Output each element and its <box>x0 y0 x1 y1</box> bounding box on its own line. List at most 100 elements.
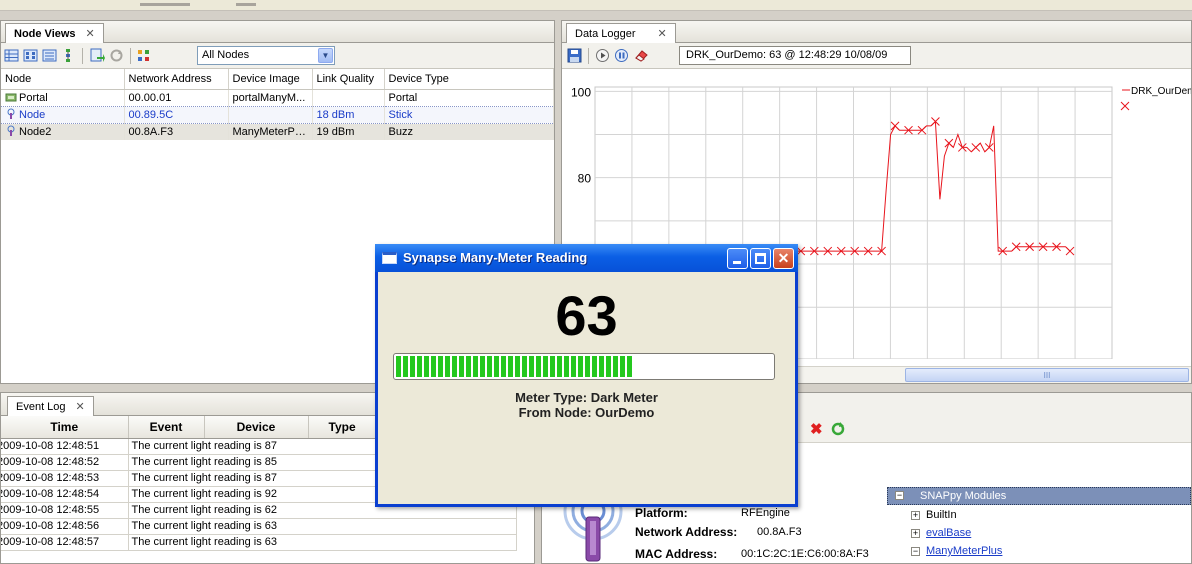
image-cell: portalManyM... <box>228 89 313 106</box>
platform-value: RFEngine <box>741 507 790 519</box>
table-row[interactable]: Node 00.89.5C 18 dBm Stick <box>1 105 554 124</box>
dialog-titlebar[interactable]: Synapse Many-Meter Reading ✕ <box>375 244 798 272</box>
minimize-button[interactable] <box>727 248 748 269</box>
refresh-icon[interactable] <box>831 422 845 436</box>
expand-icon[interactable]: + <box>911 511 920 520</box>
column-header[interactable]: Node <box>1 69 125 90</box>
tab-event-log[interactable]: Event Log ✕ <box>7 396 94 416</box>
node-table-header: Node Network Address Device Image Link Q… <box>1 69 554 90</box>
list-view-icon[interactable] <box>42 48 57 63</box>
play-icon[interactable] <box>595 48 610 63</box>
table-row[interactable]: 2009-10-08 12:48:57 The current light rea… <box>1 534 517 551</box>
link-cell <box>312 89 385 106</box>
tab-node-views[interactable]: Node Views ✕ <box>5 23 104 43</box>
snappy-modules-tree-root[interactable]: − SNAPpy Modules <box>887 487 1191 505</box>
collapse-icon[interactable]: − <box>895 491 904 500</box>
pause-icon[interactable] <box>614 48 629 63</box>
refresh-disabled-icon[interactable] <box>109 48 124 63</box>
address-cell: 00.8A.F3 <box>124 123 229 140</box>
time-cell: 2009-10-08 12:48:52 <box>1 454 129 471</box>
tree-root-label: SNAPpy Modules <box>920 490 1007 502</box>
meter-reading-value: 63 <box>555 284 618 347</box>
chart-data-point <box>971 143 981 152</box>
delete-icon[interactable]: ✖ <box>810 420 823 438</box>
meter-type-text: Meter Type: Dark Meter <box>515 390 658 405</box>
tree-item-label: evalBase <box>926 527 972 539</box>
node-antenna-icon <box>7 125 15 137</box>
column-header[interactable]: Device Type <box>384 69 554 90</box>
toolbar-ghost <box>236 3 256 6</box>
table-row[interactable]: Node2 00.8A.F3 ManyMeterPlus 19 dBm Buzz <box>1 123 554 140</box>
table-row[interactable]: Portal 00.00.01 portalManyM... Portal <box>1 89 554 106</box>
tab-data-logger[interactable]: Data Logger ✕ <box>566 23 676 43</box>
tab-label: Node Views <box>14 28 76 40</box>
tree-item[interactable]: + evalBase <box>911 527 971 539</box>
node-table: Node Network Address Device Image Link Q… <box>1 69 554 140</box>
filter-value: All Nodes <box>202 49 250 61</box>
tree-item[interactable]: − ManyMeterPlus <box>911 545 1002 557</box>
node-cell: Portal <box>1 89 125 106</box>
close-icon[interactable]: ✕ <box>76 401 85 413</box>
legend-marker <box>1120 101 1130 111</box>
chart-legend: DRK_OurDemo <box>1120 86 1191 111</box>
collapse-icon[interactable]: − <box>911 547 920 556</box>
node-name: Portal <box>19 92 48 104</box>
column-header[interactable]: Time <box>1 416 129 439</box>
icon-view-icon[interactable] <box>23 48 38 63</box>
data-logger-tabbar: Data Logger ✕ <box>562 21 1191 43</box>
tree-item-label: BuiltIn <box>926 509 957 521</box>
logger-time-display: DRK_OurDemo: 63 @ 12:48:29 10/08/09 <box>679 46 911 65</box>
table-row[interactable]: 2009-10-08 12:48:56 The current light rea… <box>1 518 517 535</box>
dialog-title: Synapse Many-Meter Reading <box>403 250 588 265</box>
maximize-icon <box>755 253 766 264</box>
tab-label: Event Log <box>16 401 66 413</box>
time-cell: 2009-10-08 12:48:56 <box>1 518 129 535</box>
top-toolbar-strip <box>0 0 1192 11</box>
node-name: Node <box>19 109 46 121</box>
node-cell: Node <box>1 105 125 124</box>
tree-view-icon[interactable] <box>61 48 76 63</box>
link-cell: 18 dBm <box>312 105 385 124</box>
event-cell: The current light reading is 63 <box>128 534 517 551</box>
expand-icon[interactable]: + <box>911 529 920 538</box>
meter-progress-bar <box>393 353 775 380</box>
chevron-down-icon[interactable]: ▼ <box>318 48 333 63</box>
mac-address-value: 00:1C:2C:1E:C6:00:8A:F3 <box>741 548 869 560</box>
close-icon: ✕ <box>777 250 790 266</box>
column-header[interactable]: Device Image <box>228 69 313 90</box>
network-address-value: 00.8A.F3 <box>757 526 802 538</box>
tab-label: Data Logger <box>575 28 636 40</box>
close-icon[interactable]: ✕ <box>658 28 667 40</box>
time-cell: 2009-10-08 12:48:57 <box>1 534 129 551</box>
tree-item[interactable]: + BuiltIn <box>911 509 957 521</box>
column-header[interactable]: Link Quality <box>312 69 385 90</box>
image-cell <box>228 105 313 124</box>
column-header[interactable]: Event <box>128 416 205 439</box>
column-header[interactable]: Device <box>204 416 309 439</box>
chart-series-line <box>599 120 1071 252</box>
layout-icon[interactable] <box>136 48 151 63</box>
eraser-icon[interactable] <box>634 48 649 63</box>
chart-data-point <box>944 138 954 148</box>
export-icon[interactable] <box>90 48 105 63</box>
image-cell: ManyMeterPlus <box>228 123 313 140</box>
maximize-button[interactable] <box>750 248 771 269</box>
event-cell: The current light reading is 63 <box>128 518 517 535</box>
time-cell: 2009-10-08 12:48:53 <box>1 470 129 487</box>
link-cell: 19 dBm <box>312 123 385 140</box>
from-node-text: From Node: OurDemo <box>518 405 655 420</box>
legend-label: DRK_OurDemo <box>1131 86 1191 97</box>
meter-info: Meter Type: Dark Meter From Node: OurDem… <box>378 390 795 420</box>
close-button[interactable]: ✕ <box>773 248 794 269</box>
data-logger-toolbar: DRK_OurDemo: 63 @ 12:48:29 10/08/09 <box>562 43 1191 69</box>
scrollbar-grip: III <box>1043 371 1051 380</box>
type-cell: Buzz <box>384 123 554 140</box>
toolbar-separator <box>130 48 131 64</box>
grid-view-icon[interactable] <box>4 48 19 63</box>
address-cell: 00.89.5C <box>124 105 229 124</box>
scrollbar-thumb[interactable]: III <box>905 368 1189 382</box>
close-icon[interactable]: ✕ <box>86 28 95 40</box>
column-header[interactable]: Network Address <box>124 69 229 90</box>
node-filter-select[interactable]: All Nodes ▼ <box>197 46 335 65</box>
save-icon[interactable] <box>567 48 582 63</box>
